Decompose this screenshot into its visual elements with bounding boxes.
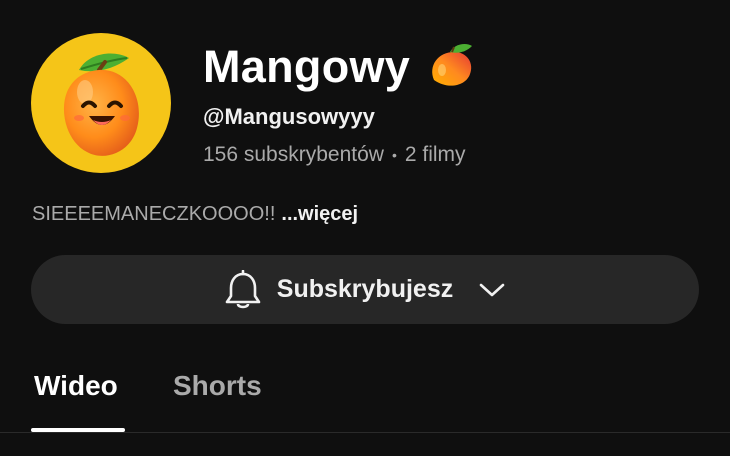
channel-handle: @Mangusowyyy [203, 104, 375, 129]
chevron-down-icon [469, 282, 505, 298]
mango-icon [424, 40, 478, 94]
tab-wideo[interactable]: Wideo [34, 370, 118, 402]
subscriber-count: 156 subskrybentów [203, 143, 384, 166]
channel-title-row: Mangowy [203, 40, 478, 94]
mango-mascot-icon [63, 53, 139, 156]
channel-description[interactable]: SIEEEEMANECZKOOOO!! ...więcej [32, 203, 358, 226]
channel-name: Mangowy [203, 41, 411, 92]
more-link[interactable]: ...więcej [281, 203, 358, 226]
video-count: 2 filmy [404, 143, 466, 166]
channel-page: Mangowy @Mangusowyyy 156 subskrybentów • [0, 0, 730, 456]
channel-stats: 156 subskrybentów • 2 filmy [203, 143, 466, 167]
description-text: SIEEEEMANECZKOOOO!! [32, 203, 276, 225]
stats-separator: • [391, 147, 397, 163]
tab-shorts[interactable]: Shorts [173, 370, 262, 402]
channel-avatar[interactable] [31, 33, 171, 173]
channel-tabs: Wideo Shorts [0, 360, 730, 434]
bell-icon [225, 269, 261, 310]
subscribe-label: Subskrybujesz [276, 275, 454, 303]
subscribed-button[interactable]: Subskrybujesz [31, 255, 699, 324]
tabs-divider [0, 432, 730, 433]
